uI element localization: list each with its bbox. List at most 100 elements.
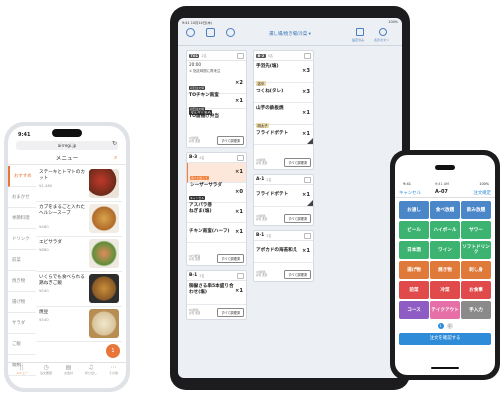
category-button[interactable]: 食べ放題	[430, 201, 460, 219]
category-button[interactable]: ワイン	[430, 241, 460, 259]
search-icon[interactable]: ⌕	[114, 154, 117, 162]
item-quantity: ×1	[302, 131, 310, 137]
nav-bill[interactable]: ▤ お会計	[64, 364, 73, 375]
category-item[interactable]: おすすめ	[8, 166, 36, 187]
all-cooked-button[interactable]: すべて調理済	[284, 269, 311, 279]
corner-flag-icon	[307, 138, 313, 144]
cancel-button[interactable]: キャンセル	[399, 190, 421, 196]
category-button[interactable]: ソフトドリンク	[461, 241, 491, 259]
order-item[interactable]: アボカドの海苔和え ×1	[254, 241, 313, 263]
status-time: 9:41	[18, 132, 31, 138]
table-label: A-07	[435, 189, 448, 195]
item-tag: 直ぐに出して	[190, 176, 209, 180]
order-item[interactable]: 初回注文時 TO唐揚げ弁当 ×1	[187, 94, 246, 119]
all-cooked-button[interactable]: すべて調理済	[217, 253, 244, 263]
order-item[interactable]: 御嶽さる串5本盛り合わせ(塩) ×1	[187, 281, 246, 305]
reload-icon[interactable]: ↻	[112, 140, 117, 147]
menu-item[interactable]: カブをまるごと入れたヘルシースープ ¥460	[36, 201, 122, 237]
cart-button[interactable]: 1	[106, 344, 120, 358]
category-button[interactable]: 日本酒	[399, 241, 429, 259]
order-card-a1[interactable]: A-1 2名 フライドポテト ×1 4分経過 担当 太郎 すべて調理済	[253, 174, 314, 226]
category-button[interactable]: お通し	[399, 201, 429, 219]
order-card-b1-col2[interactable]: B-1 3名 アボカドの海苔和え ×1 4分経過 担当 太郎 すべて調理済	[253, 230, 314, 282]
order-item[interactable]: チキン南蛮(ハーフ) ×1	[187, 223, 246, 243]
order-item[interactable]: 初回注文時 TOチキン南蛮 タルタル多め ×2	[187, 73, 246, 115]
card-menu-icon[interactable]	[304, 52, 311, 59]
nav-menu[interactable]: 🍴 メニュー	[16, 364, 28, 375]
header-divider	[395, 197, 495, 198]
card-menu-icon[interactable]	[237, 52, 244, 59]
order-item[interactable]: 山芋の鉄板焼 明太子 ×1	[254, 103, 313, 128]
toolbar-right-label-1[interactable]: 設定済み	[352, 38, 364, 42]
toolbar-right-label-2[interactable]: 表示ボタン	[374, 38, 389, 42]
category-button[interactable]: 揚げ物	[399, 261, 429, 279]
cart-count: 1	[111, 348, 115, 354]
nav-call[interactable]: ♫ 呼び出し	[85, 364, 97, 375]
category-item[interactable]: 前菜	[8, 250, 36, 271]
menu-item-price: ¥1,480	[39, 183, 53, 188]
all-cooked-button[interactable]: すべて調理済	[217, 307, 244, 317]
category-button[interactable]: 焼き物	[430, 261, 460, 279]
all-cooked-button[interactable]: すべて調理済	[284, 213, 311, 223]
station-selector[interactable]: 揚し場/焼き場/冷菜 ▾	[258, 31, 322, 37]
category-item[interactable]: ご飯	[8, 334, 36, 355]
category-item[interactable]: ドリンク	[8, 229, 36, 250]
category-button[interactable]: お食事	[461, 281, 491, 299]
category-button[interactable]: 刺し身	[461, 261, 491, 279]
dish-photo	[89, 169, 119, 198]
card-footer: 10分経過 担当 太郎 すべて調理済	[187, 253, 246, 263]
bottom-nav: 🍴 メニュー ◷ 注文履歴 ▤ お会計 ♫ 呼び出し ⋯ その他	[10, 364, 124, 375]
account-icon[interactable]	[186, 28, 195, 37]
menu-item[interactable]: ステーキとトマトのカット ¥1,480	[36, 166, 122, 202]
order-item-cancelled[interactable]: キャンセル アスパラ巻 ×0	[187, 183, 246, 208]
card-menu-icon[interactable]	[237, 272, 244, 279]
card-menu-icon[interactable]	[237, 154, 244, 161]
category-item[interactable]: おまかせ	[8, 187, 36, 208]
category-item[interactable]: 季節料理	[8, 208, 36, 229]
category-button[interactable]: ビール	[399, 221, 429, 239]
category-button[interactable]: 冷菜	[430, 281, 460, 299]
page-dot[interactable]: 2	[446, 323, 453, 329]
order-item[interactable]: フライドポテト ×1	[254, 185, 313, 207]
category-item[interactable]: サラダ	[8, 313, 36, 334]
menu-item[interactable]: いくらでも食べられる鶏ねぎご飯 ¥540	[36, 271, 122, 307]
history-icon[interactable]	[206, 28, 215, 37]
order-item[interactable]: 手羽先(塩) 激辛 ×3	[254, 61, 313, 86]
order-card-t01[interactable]: T01 2名 20:00 ① 指定時間に再来注 初回注文時 TOチキン南蛮 タル…	[186, 50, 247, 148]
category-item[interactable]: 揚げ物	[8, 292, 36, 313]
category-button[interactable]: 飲み放題	[461, 201, 491, 219]
order-item-urgent[interactable]: 直ぐに出して シーザーサラダ ×1	[187, 163, 246, 188]
card-menu-icon[interactable]	[304, 176, 311, 183]
card-menu-icon[interactable]	[304, 232, 311, 239]
order-card-b3[interactable]: B-3 4名 直ぐに出して シーザーサラダ ×1 キャンセル アスパラ巻 ×0 …	[186, 152, 247, 266]
order-item[interactable]: フライドポテト ×1	[254, 125, 313, 145]
url-bar[interactable]: airregi.jp	[16, 141, 118, 150]
category-button[interactable]: 前菜	[399, 281, 429, 299]
confirm-order-button[interactable]: 注文を確認する	[399, 333, 491, 345]
order-item[interactable]: つくね(タレ) ×3	[254, 83, 313, 103]
category-button[interactable]: テイクアウト	[430, 301, 460, 319]
order-card-b2[interactable]: B-2 5名 手羽先(塩) 激辛 ×3 つくね(タレ) ×3 山芋の鉄板焼 明太…	[253, 50, 314, 170]
all-cooked-button[interactable]: すべて調理済	[284, 157, 311, 167]
speaker-notch	[435, 165, 455, 170]
page-dot-active[interactable]: 1	[437, 323, 444, 329]
done-list-icon[interactable]	[356, 28, 364, 36]
category-button[interactable]: 手入力	[461, 301, 491, 319]
home-indicator	[431, 367, 459, 369]
item-name: TO唐揚げ弁当	[189, 114, 220, 119]
dish-photo	[89, 274, 119, 303]
menu-item[interactable]: 焼豆 ¥540	[36, 306, 122, 342]
category-item[interactable]: 焼き物	[8, 271, 36, 292]
nav-more[interactable]: ⋯ その他	[109, 364, 118, 375]
category-button[interactable]: コース	[399, 301, 429, 319]
category-button[interactable]: ハイボール	[430, 221, 460, 239]
all-cooked-button[interactable]: すべて調理済	[217, 135, 244, 145]
display-icon[interactable]	[379, 28, 387, 36]
order-card-b1[interactable]: B-1 3名 御嶽さる串5本盛り合わせ(塩) ×1 6分経過 担当 太郎 すべて…	[186, 270, 247, 320]
nav-history[interactable]: ◷ 注文履歴	[40, 364, 52, 375]
order-item[interactable]: ねぎま(塩) ×1	[187, 203, 246, 223]
confirm-order-top[interactable]: 注文確定	[473, 190, 491, 196]
settings-icon[interactable]	[226, 28, 235, 37]
category-button[interactable]: サワー	[461, 221, 491, 239]
menu-item[interactable]: エビサラダ ¥680	[36, 236, 122, 272]
